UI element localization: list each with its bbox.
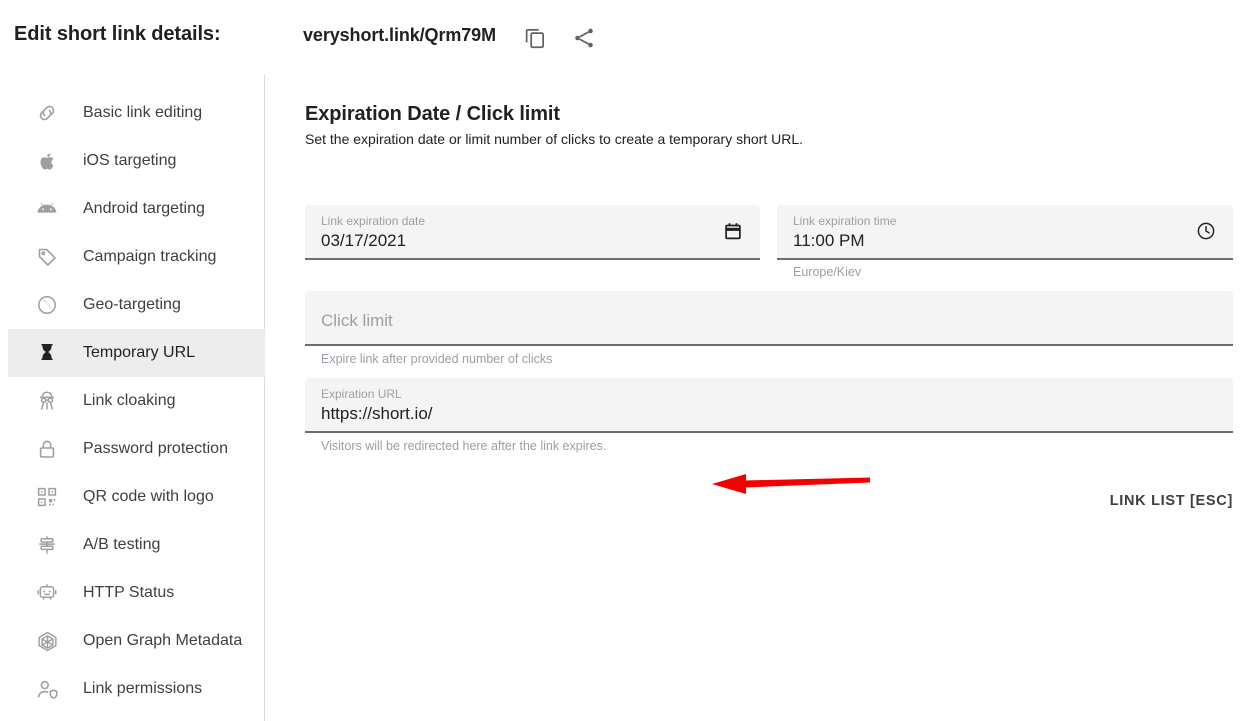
- sidebar-item-temporary-url[interactable]: Temporary URL: [8, 329, 265, 377]
- timezone-helper-text: Europe/Kiev: [793, 265, 861, 279]
- sidebar-item-password-protection[interactable]: Password protection: [8, 425, 265, 473]
- sidebar-item-label: Basic link editing: [83, 104, 202, 122]
- section-title: Expiration Date / Click limit: [305, 103, 560, 126]
- apple-icon: [32, 146, 62, 176]
- sidebar-item-link-permissions[interactable]: Link permissions: [8, 665, 265, 713]
- sidebar-item-label: Link permissions: [83, 680, 202, 698]
- section-subtitle: Set the expiration date or limit number …: [305, 131, 803, 147]
- sidebar-item-geo-targeting[interactable]: Geo-targeting: [8, 281, 265, 329]
- sidebar-item-http-status[interactable]: HTTP Status: [8, 569, 265, 617]
- open-graph-icon: [32, 626, 62, 656]
- hourglass-icon: [32, 338, 62, 368]
- link-icon: [32, 98, 62, 128]
- sidebar-nav: Basic link editing iOS targeting Android…: [0, 75, 265, 721]
- sidebar-item-ab-testing[interactable]: A/B testing: [8, 521, 265, 569]
- spy-icon: [32, 386, 62, 416]
- link-list-button[interactable]: LINK LIST [ESC]: [1110, 493, 1233, 509]
- sidebar-item-label: Password protection: [83, 440, 228, 458]
- calendar-icon[interactable]: [722, 220, 746, 244]
- robot-icon: [32, 578, 62, 608]
- sidebar-item-campaign-tracking[interactable]: Campaign tracking: [8, 233, 265, 281]
- sidebar-item-label: A/B testing: [83, 536, 160, 554]
- sidebar-item-link-cloaking[interactable]: Link cloaking: [8, 377, 265, 425]
- sidebar-item-qr-code-with-logo[interactable]: QR code with logo: [8, 473, 265, 521]
- sidebar-item-label: Android targeting: [83, 200, 205, 218]
- main-content: Expiration Date / Click limit Set the ex…: [265, 75, 1253, 721]
- qr-code-icon: [32, 482, 62, 512]
- sidebar-item-label: Open Graph Metadata: [83, 632, 242, 650]
- user-shield-icon: [32, 674, 62, 704]
- expiration-url-field[interactable]: Expiration URL https://short.io/: [305, 378, 1233, 433]
- sidebar-item-label: Temporary URL: [83, 344, 195, 362]
- sidebar-item-basic-link-editing[interactable]: Basic link editing: [8, 89, 265, 137]
- sidebar-item-label: QR code with logo: [83, 488, 214, 506]
- sidebar-item-ios-targeting[interactable]: iOS targeting: [8, 137, 265, 185]
- short-link-value[interactable]: veryshort.link/Qrm79M: [303, 25, 496, 46]
- sidebar-item-label: iOS targeting: [83, 152, 176, 170]
- click-limit-field[interactable]: Click limit: [305, 291, 1233, 346]
- tag-icon: [32, 242, 62, 272]
- clock-icon[interactable]: [1195, 220, 1219, 244]
- expiration-time-label: Link expiration time: [793, 214, 896, 228]
- expiration-time-value: 11:00 PM: [793, 231, 865, 251]
- page-header: Edit short link details: veryshort.link/…: [0, 0, 1253, 75]
- share-icon[interactable]: [571, 25, 597, 51]
- copy-icon[interactable]: [522, 25, 548, 51]
- expiration-date-field[interactable]: Link expiration date 03/17/2021: [305, 205, 760, 260]
- sidebar-item-open-graph-metadata[interactable]: Open Graph Metadata: [8, 617, 265, 665]
- expiration-url-label: Expiration URL: [321, 387, 402, 401]
- sidebar-item-label: Campaign tracking: [83, 248, 216, 266]
- globe-icon: [32, 290, 62, 320]
- android-icon: [32, 194, 62, 224]
- sidebar-item-android-targeting[interactable]: Android targeting: [8, 185, 265, 233]
- ab-testing-icon: [32, 530, 62, 560]
- expiration-url-value: https://short.io/: [321, 404, 433, 424]
- expiration-date-value: 03/17/2021: [321, 231, 406, 251]
- click-limit-placeholder: Click limit: [321, 311, 393, 331]
- expiration-time-field[interactable]: Link expiration time 11:00 PM: [777, 205, 1233, 260]
- expiration-url-helper-text: Visitors will be redirected here after t…: [321, 439, 606, 453]
- sidebar-item-label: Link cloaking: [83, 392, 176, 410]
- annotation-arrow-icon: [712, 471, 872, 497]
- sidebar-item-label: Geo-targeting: [83, 296, 181, 314]
- lock-icon: [32, 434, 62, 464]
- sidebar-item-label: HTTP Status: [83, 584, 174, 602]
- click-limit-helper-text: Expire link after provided number of cli…: [321, 352, 552, 366]
- expiration-date-label: Link expiration date: [321, 214, 425, 228]
- page-title: Edit short link details:: [14, 23, 221, 46]
